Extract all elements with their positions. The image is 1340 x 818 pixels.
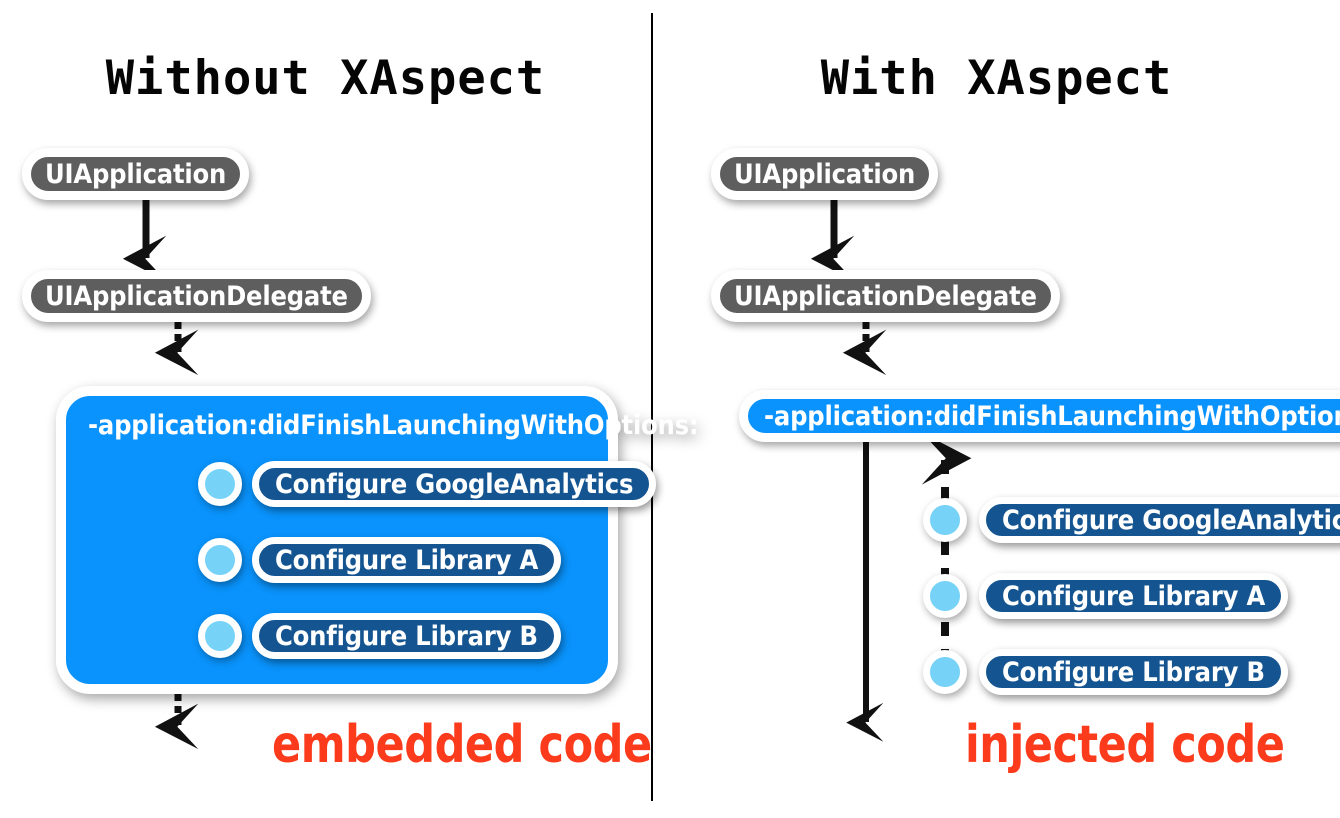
node-uiapplicationdelegate-left: UIApplicationDelegate: [22, 270, 371, 322]
diagram-canvas: Without XAspect UIApplication UIApplicat…: [0, 0, 1340, 818]
bullet-icon: [923, 650, 967, 694]
bullet-icon: [198, 462, 242, 506]
panel-divider: [651, 13, 653, 801]
bullet-icon: [923, 498, 967, 542]
aspect-pill-library-b-left: Configure Library B: [252, 613, 561, 659]
bullet-icon: [923, 574, 967, 618]
method-signature-label: -application:didFinishLaunchingWithOptio…: [88, 410, 699, 441]
aspect-pill-label: Configure GoogleAnalytics: [1002, 504, 1340, 536]
aspect-pill-label: Configure Library B: [275, 620, 538, 652]
caption-injected-code: injected code: [965, 715, 1285, 775]
method-pill-didfinishlaunching-right: -application:didFinishLaunchingWithOptio…: [739, 390, 1340, 442]
aspect-pill-label: Configure GoogleAnalytics: [275, 468, 634, 500]
caption-embedded-code: embedded code: [272, 715, 652, 775]
node-label: UIApplicationDelegate: [45, 280, 348, 312]
aspect-pill-google-analytics-right: Configure GoogleAnalytics: [979, 497, 1340, 543]
bullet-icon: [198, 538, 242, 582]
aspect-pill-library-a-left: Configure Library A: [252, 537, 562, 583]
aspect-pill-label: Configure Library B: [1002, 656, 1265, 688]
aspect-pill-label: Configure Library A: [275, 544, 539, 576]
node-uiapplication-left: UIApplication: [22, 148, 250, 200]
node-uiapplication-right: UIApplication: [711, 148, 939, 200]
node-label: UIApplication: [734, 158, 916, 190]
panel-title-without-xaspect: Without XAspect: [105, 51, 546, 106]
aspect-pill-library-b-right: Configure Library B: [979, 649, 1288, 695]
aspect-pill-label: Configure Library A: [1002, 580, 1266, 612]
panel-title-with-xaspect: With XAspect: [820, 51, 1173, 106]
aspect-pill-google-analytics-left: Configure GoogleAnalytics: [252, 461, 657, 507]
aspect-pill-library-a-right: Configure Library A: [979, 573, 1289, 619]
method-pill-label: -application:didFinishLaunchingWithOptio…: [764, 400, 1340, 432]
node-label: UIApplicationDelegate: [734, 280, 1037, 312]
node-label: UIApplication: [45, 158, 227, 190]
node-uiapplicationdelegate-right: UIApplicationDelegate: [711, 270, 1060, 322]
bullet-icon: [198, 614, 242, 658]
